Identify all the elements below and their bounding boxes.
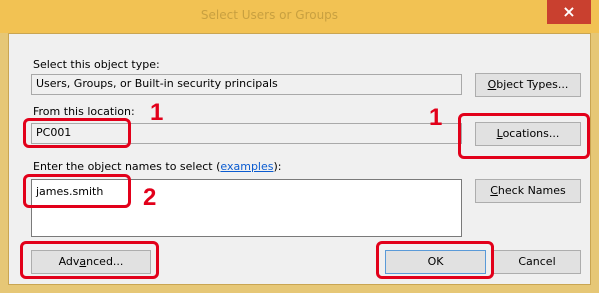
object-type-field: Users, Groups, or Built-in security prin…	[31, 74, 462, 95]
callout-number-1: 1	[150, 99, 164, 126]
ok-button-highlight	[376, 241, 494, 279]
object-names-highlight	[23, 174, 131, 208]
check-names-button[interactable]: Check Names	[475, 179, 581, 203]
close-button[interactable]: ×	[547, 0, 591, 24]
location-label: From this location:	[33, 105, 135, 118]
examples-link[interactable]: examples	[220, 160, 273, 173]
advanced-button-highlight	[20, 241, 159, 279]
locations-button-highlight	[458, 113, 590, 159]
title-bar[interactable]: Select Users or Groups ×	[0, 0, 599, 33]
window-title: Select Users or Groups	[200, 8, 339, 22]
object-type-label: Select this object type:	[33, 58, 160, 71]
close-icon: ×	[562, 2, 576, 21]
cancel-button[interactable]: Cancel	[493, 250, 581, 274]
location-field-highlight	[23, 118, 131, 148]
callout-number-2: 2	[143, 184, 157, 211]
select-users-dialog: Select Users or Groups × Select this obj…	[0, 0, 599, 293]
callout-number-1-locations: 1	[429, 104, 443, 131]
object-types-button[interactable]: Object Types...	[475, 73, 581, 97]
object-names-label: Enter the object names to select (exampl…	[33, 160, 282, 173]
